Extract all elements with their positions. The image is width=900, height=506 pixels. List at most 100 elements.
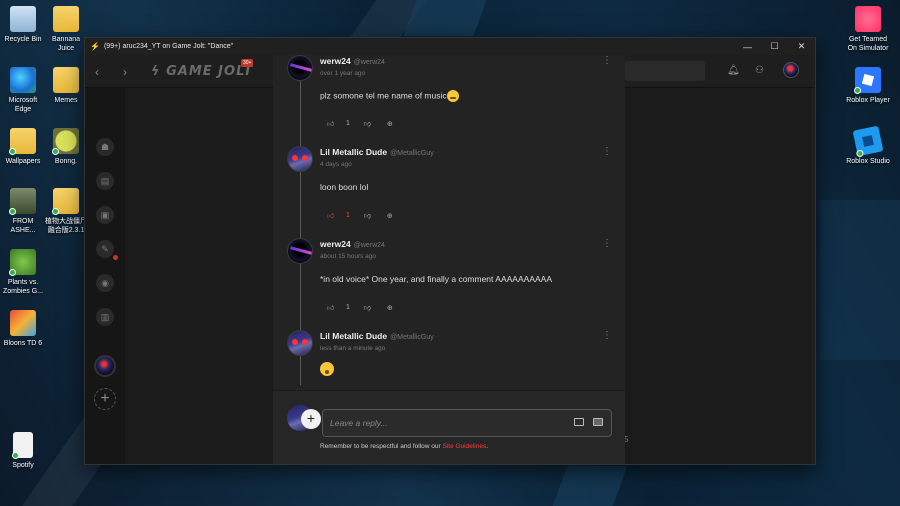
site-guidelines-link[interactable]: Site Guidelines	[442, 443, 486, 450]
desktop-icon-label: Wallpapers	[5, 158, 41, 165]
sync-status-icon	[9, 208, 16, 215]
desktop-icon-get-teamed-on-simulator[interactable]: Get Teamed On Simulator	[845, 6, 891, 53]
desktop-icon-spotify[interactable]: Spotify	[0, 432, 46, 470]
comment-more-icon[interactable]: ⋮	[602, 330, 612, 341]
desktop-icon-from-ashes[interactable]: FROM ASHE...	[0, 188, 46, 235]
comment-avatar[interactable]	[287, 146, 313, 172]
wallpaper-shape	[403, 0, 487, 36]
close-button[interactable]: ✕	[788, 38, 815, 55]
comment-avatar[interactable]	[287, 55, 313, 81]
comment-time: 4 days ago	[320, 161, 352, 168]
comment-more-icon[interactable]: ⋮	[602, 55, 612, 66]
friends-icon[interactable]: ⚇	[755, 65, 764, 76]
sync-status-icon	[9, 148, 16, 155]
bell-icon[interactable]: 🔔︎	[727, 65, 740, 76]
reply-icon[interactable]: ⊕	[387, 304, 393, 312]
desktop-icon-label: Bonng.	[54, 158, 78, 165]
desktop-icon-bloons-td6[interactable]: Bloons TD 6	[0, 310, 46, 348]
image-upload-icon[interactable]	[593, 418, 603, 426]
like-icon[interactable]: 👍︎	[327, 303, 336, 312]
dislike-icon[interactable]: 👎︎	[364, 119, 373, 128]
sidebar-library-icon[interactable]: ▥	[96, 308, 114, 326]
sidebar-home-icon[interactable]: ☗	[96, 138, 114, 156]
bloons-td6-icon	[10, 310, 36, 336]
desktop-icon-memes[interactable]: Memes	[43, 67, 89, 105]
sidebar-store-icon[interactable]: ▤	[96, 172, 114, 190]
comment-author[interactable]: Lil Metallic Dude @MetallicGuy	[320, 331, 434, 341]
search-bar[interactable]	[625, 61, 705, 81]
dislike-icon[interactable]: 👎︎	[364, 303, 373, 312]
sidebar-backpack-icon[interactable]: ▣	[96, 206, 114, 224]
window-titlebar[interactable]: ⚡ (99+) aruc234_YT on Game Jolt: "Dance"…	[85, 38, 815, 55]
add-attachment-button[interactable]: +	[301, 409, 321, 429]
notification-dot	[113, 255, 118, 260]
sidebar-chat-icon[interactable]: ◉	[96, 274, 114, 292]
comment-avatar[interactable]	[287, 330, 313, 356]
folder-icon	[9, 128, 36, 155]
desktop-icon-bonng[interactable]: Bonng.	[43, 128, 89, 166]
gif-icon[interactable]	[574, 418, 584, 426]
desktop-icon-label: Recycle Bin	[4, 36, 42, 43]
no-mouth-emoji-icon	[446, 90, 459, 102]
comment-more-icon[interactable]: ⋮	[602, 146, 612, 157]
plants-vs-zombies-icon	[9, 249, 36, 276]
reply-guidelines: Remember to be respectful and follow our…	[320, 443, 489, 450]
minimize-button[interactable]: —	[734, 38, 761, 55]
dislike-icon[interactable]: 👎︎	[364, 211, 373, 220]
comment-author[interactable]: werw24 @werw24	[320, 239, 385, 249]
desktop-icon-label: Roblox Studio	[846, 158, 890, 165]
desktop-icon-recycle-bin[interactable]: Recycle Bin	[0, 6, 46, 44]
sidebar-community-avatar[interactable]	[94, 355, 116, 377]
desktop-icon-label: 植物大战僵尸融合版2.3.1	[45, 218, 87, 234]
comment-handle: @werw24	[353, 242, 385, 249]
desktop-icon-wallpapers[interactable]: Wallpapers	[0, 128, 46, 166]
comment-handle: @MetallicGuy	[390, 150, 434, 157]
comment-body: loon boon lol	[320, 182, 369, 192]
desktop-icon-pvz-fusion[interactable]: 植物大战僵尸融合版2.3.1	[43, 188, 89, 235]
comment-author[interactable]: Lil Metallic Dude @MetallicGuy	[320, 147, 434, 157]
sidebar-create-icon[interactable]: ✎	[96, 240, 114, 258]
like-icon-active[interactable]: 👍︎	[327, 211, 336, 220]
desktop-icon-plants-vs-zombies[interactable]: Plants vs. Zombies G...	[0, 249, 46, 296]
roblox-icon	[854, 67, 881, 94]
folder-icon	[52, 188, 79, 215]
sync-status-icon	[854, 87, 861, 94]
desktop-icon-roblox-studio[interactable]: Roblox Studio	[845, 125, 891, 166]
edge-browser-icon	[10, 67, 36, 93]
desktop-icon-roblox-player[interactable]: Roblox Player	[845, 67, 891, 105]
comment-item: Lil Metallic Dude @MetallicGuy 4 days ago…	[273, 138, 625, 230]
reply-input[interactable]	[322, 409, 612, 437]
sync-status-icon	[12, 452, 19, 459]
desktop-icon-label: Get Teamed On Simulator	[847, 36, 889, 52]
add-community-button[interactable]: +	[94, 388, 116, 410]
desktop-icon-label: Roblox Player	[846, 97, 890, 104]
comment-handle: @MetallicGuy	[390, 334, 434, 341]
like-icon[interactable]: 👍︎	[327, 119, 336, 128]
forward-arrow-icon[interactable]: ›	[123, 65, 127, 79]
reply-area: + Remember to be respectful and follow o…	[273, 390, 625, 464]
desktop-icon-bannana-juice[interactable]: Bannana Juice	[43, 6, 89, 53]
comment-time: over 1 year ago	[320, 70, 366, 77]
sync-status-icon	[9, 269, 16, 276]
folder-icon	[53, 67, 79, 93]
comment-avatar[interactable]	[287, 238, 313, 264]
user-avatar[interactable]	[783, 62, 799, 78]
desktop-icon-label: Bloons TD 6	[3, 340, 43, 347]
fearful-emoji-icon	[320, 362, 334, 376]
desktop-icon-label: Memes	[54, 97, 78, 104]
gamejolt-logo[interactable]: ϟ GAME JOLT	[151, 64, 253, 79]
comment-more-icon[interactable]: ⋮	[602, 238, 612, 249]
reply-icon[interactable]: ⊕	[387, 120, 393, 128]
back-arrow-icon[interactable]: ‹	[95, 65, 99, 79]
comment-actions: 👍︎ 1 👎︎ ⊕	[327, 303, 393, 312]
desktop-icon-microsoft-edge[interactable]: Microsoft Edge	[0, 67, 46, 114]
game-shortcut-icon	[9, 188, 36, 215]
comment-author[interactable]: werw24 @werw24	[320, 56, 385, 66]
gamejolt-favicon-icon: ⚡	[90, 42, 100, 51]
reply-icon[interactable]: ⊕	[387, 212, 393, 220]
desktop-icon-label: Spotify	[12, 462, 34, 469]
desktop-icon-label: Microsoft Edge	[8, 97, 38, 113]
window-scrollbar[interactable]	[811, 88, 815, 464]
maximize-button[interactable]: ☐	[761, 38, 788, 55]
comment-body: plz somone tel me name of music	[320, 90, 459, 102]
